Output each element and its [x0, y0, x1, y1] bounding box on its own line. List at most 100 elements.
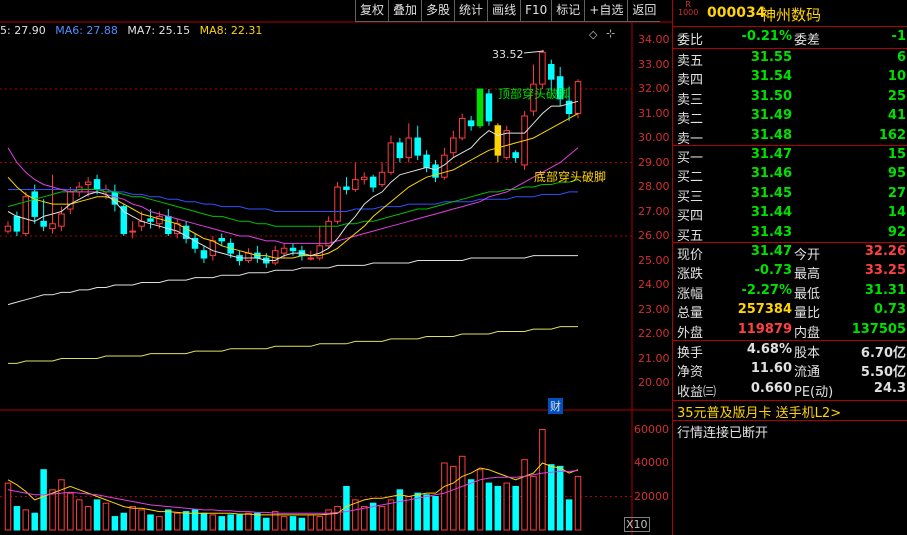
candle-body	[378, 171, 386, 186]
weibi-label: 委比	[677, 33, 704, 48]
volume-bar	[289, 516, 297, 531]
volume-bar	[280, 516, 288, 531]
long-ma-lines	[7, 255, 578, 364]
fund-value-2: 24.3	[873, 380, 906, 396]
fundamental-row: 收益㈢ 0.660 PE(动) 24.3	[673, 380, 907, 400]
financial-marker[interactable]: 财	[548, 398, 563, 414]
ma7-label: MA7: 25.15	[127, 24, 191, 37]
quote-value-2: 0.73	[873, 302, 906, 318]
ask-volume: 6	[896, 50, 906, 65]
candle-body	[458, 117, 466, 139]
ma7-line	[7, 147, 579, 244]
volume-bar	[387, 499, 395, 531]
stock-name[interactable]: 神州数码	[761, 4, 821, 25]
bid-row: 买三 31.45 27	[673, 185, 907, 205]
candle-body	[467, 120, 475, 127]
weibi-value: -0.21%	[741, 29, 793, 44]
ask-volume: 25	[887, 88, 906, 104]
toolbar-button-4[interactable]: 画线	[487, 0, 521, 22]
volume-bar	[13, 506, 21, 531]
quote-value-2: 137505	[851, 321, 906, 337]
volume-bar	[49, 489, 56, 531]
volume-bar	[111, 516, 119, 531]
candle-body	[13, 215, 21, 232]
quote-value-2: 33.25	[864, 263, 906, 279]
candle-body	[120, 206, 128, 235]
ask-label: 卖一	[677, 131, 704, 147]
price-tick: 29.00	[638, 155, 670, 169]
price-tick: 26.00	[638, 229, 670, 242]
fund-value: 0.660	[750, 380, 792, 396]
toolbar-button-0[interactable]: 复权	[355, 0, 389, 22]
toolbar-button-3[interactable]: 统计	[454, 0, 488, 22]
bid-row: 买五 31.43 92	[673, 224, 907, 244]
volume-bar	[450, 465, 457, 531]
quote-label: 总量	[677, 306, 704, 322]
volume-bar	[245, 512, 252, 531]
volume-tick: 60000	[634, 422, 669, 436]
candle-body	[503, 130, 511, 159]
bid-volume: 95	[887, 166, 906, 182]
volume-bar	[298, 517, 306, 531]
fund-value: 4.68%	[746, 342, 792, 357]
candle-body	[280, 247, 288, 254]
volume-bar	[334, 506, 341, 531]
stock-header: R 1000 000034 神州数码	[673, 0, 907, 27]
top-pattern-annotation: 顶部穿头破脚	[498, 87, 571, 101]
toolbar-button-6[interactable]: 标记	[551, 0, 585, 22]
ask-label: 卖四	[677, 73, 704, 89]
toolbar-button-5[interactable]: F10	[520, 0, 552, 22]
price-tick: 28.00	[638, 180, 670, 193]
fundamental-row: 换手 4.68% 股本 6.70亿	[673, 341, 907, 361]
pin-icon[interactable]: ⊹	[606, 27, 615, 40]
volume-bar	[423, 494, 430, 531]
bid-volume: 14	[887, 205, 906, 221]
volume-bar	[378, 506, 386, 531]
quote-label: 现价	[677, 248, 704, 263]
quote-value: 31.47	[750, 244, 792, 259]
bid-row: 买四 31.44 14	[673, 204, 907, 224]
candle-body	[512, 152, 519, 159]
volume-bar	[271, 511, 279, 531]
volume-bar	[556, 465, 564, 531]
volume-bar	[476, 469, 484, 531]
ask-price: 31.50	[750, 88, 792, 104]
quote-row: 总量 257384 量比 0.73	[673, 301, 907, 322]
long-ma-yellow	[8, 326, 578, 364]
fund-value: 11.60	[750, 361, 792, 377]
volume-bar	[236, 514, 243, 531]
volume-bar	[67, 492, 74, 531]
volume-bar	[396, 489, 404, 531]
toolbar-button-1[interactable]: 叠加	[388, 0, 422, 22]
toolbar-button-8[interactable]: 返回	[627, 0, 661, 22]
quote-label-2: 最低	[794, 286, 821, 302]
quote-label-2: 内盘	[794, 325, 821, 341]
stock-code[interactable]: 000034	[707, 5, 765, 21]
price-tick: 34.00	[638, 33, 670, 46]
candle-body	[84, 181, 92, 186]
price-tick: 23.00	[638, 302, 670, 316]
toolbar-button-7[interactable]: +自选	[584, 0, 628, 22]
candle-body	[360, 176, 368, 181]
promo-link[interactable]: 35元普及版月卡 送手机L2>	[677, 402, 841, 421]
kline-svg[interactable]	[0, 0, 672, 535]
fund-label: 收益㈢	[677, 384, 717, 400]
chart-grid	[0, 21, 672, 535]
candle-body	[209, 240, 217, 257]
diamond-icon[interactable]: ◇	[589, 28, 597, 41]
ask-row: 卖一 31.48 162	[673, 127, 907, 147]
volume-bar	[485, 482, 493, 531]
toolbar-button-2[interactable]: 多股	[421, 0, 455, 22]
candle-body	[387, 142, 395, 173]
candle-body	[40, 220, 47, 227]
kline-chart-area[interactable]: 复权 叠加 多股 统计 画线 F10 标记 +自选 返回 5: 27.90 MA6: 27.88…	[0, 0, 672, 535]
bid-price: 31.43	[750, 224, 792, 240]
quote-row: 现价 31.47 今开 32.26	[673, 243, 907, 263]
ask-label: 卖二	[677, 112, 704, 128]
candle-body	[369, 176, 377, 188]
bid-label: 买一	[677, 151, 704, 166]
volume-bar	[521, 459, 528, 531]
rights-badge-num: 1000	[678, 8, 699, 17]
ask-price: 31.49	[750, 108, 792, 124]
price-tick: 24.00	[638, 278, 670, 291]
